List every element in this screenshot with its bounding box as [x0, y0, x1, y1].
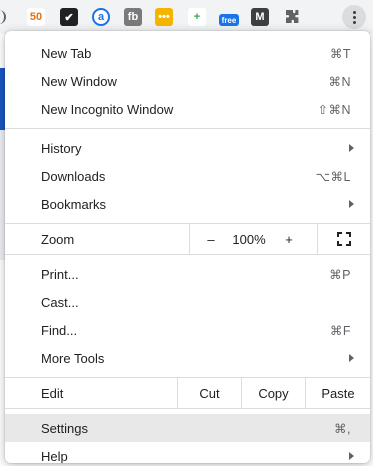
- menu-item-history[interactable]: History: [5, 134, 370, 162]
- zoom-out-label: –: [207, 231, 215, 247]
- menu-item-find[interactable]: Find... ⌘F: [5, 316, 370, 344]
- menu-item-new-incognito-window[interactable]: New Incognito Window ⇧⌘N: [5, 95, 370, 123]
- menu-item-help[interactable]: Help: [5, 442, 370, 463]
- extension-dots-icon[interactable]: •••: [155, 8, 173, 26]
- extension-plus-icon[interactable]: +: [188, 8, 206, 26]
- menu-item-label: Find...: [41, 322, 78, 338]
- menu-item-bookmarks[interactable]: Bookmarks: [5, 190, 370, 218]
- extension-check-icon[interactable]: ✔: [60, 8, 78, 26]
- cut-label: Cut: [199, 385, 220, 401]
- menu-separator: [5, 408, 370, 409]
- shortcut-label: ⇧⌘N: [317, 102, 351, 117]
- extensions-puzzle-icon[interactable]: [283, 8, 301, 26]
- kebab-dot-icon: [352, 20, 356, 24]
- copy-label: Copy: [258, 385, 289, 401]
- menu-item-downloads[interactable]: Downloads ⌥⌘L: [5, 162, 370, 190]
- chrome-menu-button[interactable]: [342, 5, 366, 29]
- extension-wifi-free-icon[interactable]: free: [219, 14, 239, 26]
- menu-item-label: Print...: [41, 266, 79, 282]
- extension-m-icon[interactable]: M: [251, 8, 269, 26]
- browser-toolbar: 50 ✔ a fb ••• + free M: [0, 0, 373, 34]
- menu-separator: [5, 254, 370, 255]
- kebab-dot-icon: [352, 15, 356, 19]
- menu-item-print[interactable]: Print... ⌘P: [5, 260, 370, 288]
- submenu-arrow-icon: [349, 452, 354, 460]
- zoom-out-button[interactable]: –: [191, 224, 231, 254]
- menu-item-label: Cast...: [41, 294, 79, 310]
- fullscreen-button[interactable]: [319, 224, 369, 254]
- menu-item-label: History: [41, 140, 82, 156]
- menu-item-new-window[interactable]: New Window ⌘N: [5, 67, 370, 95]
- menu-item-label: New Tab: [41, 45, 92, 61]
- kebab-dot-icon: [352, 10, 356, 14]
- zoom-divider: [189, 224, 190, 254]
- cut-button[interactable]: Cut: [178, 378, 241, 408]
- menu-item-label: Help: [41, 448, 68, 464]
- zoom-divider: [317, 224, 318, 254]
- shortcut-label: ⌘,: [334, 421, 351, 436]
- shortcut-label: ⌘P: [329, 267, 351, 282]
- zoom-in-button[interactable]: +: [269, 224, 309, 254]
- edit-label: Edit: [41, 385, 64, 401]
- extension-fb-icon[interactable]: fb: [124, 8, 142, 26]
- menu-item-label: New Incognito Window: [41, 101, 174, 117]
- menu-item-label: New Window: [41, 73, 117, 89]
- copy-button[interactable]: Copy: [242, 378, 305, 408]
- back-partial-icon[interactable]: [0, 10, 6, 24]
- menu-item-label: Bookmarks: [41, 196, 107, 212]
- menu-item-label: More Tools: [41, 350, 105, 366]
- zoom-level: 100%: [227, 224, 271, 254]
- menu-item-cast[interactable]: Cast...: [5, 288, 370, 316]
- extension-a-icon[interactable]: a: [92, 8, 110, 26]
- zoom-label: Zoom: [41, 231, 75, 247]
- paste-button[interactable]: Paste: [306, 378, 370, 408]
- menu-separator: [5, 128, 370, 129]
- submenu-arrow-icon: [349, 354, 354, 362]
- zoom-level-label: 100%: [232, 231, 266, 247]
- edit-row: Edit Cut Copy Paste: [5, 378, 370, 408]
- menu-item-label: Settings: [41, 420, 88, 436]
- chrome-main-menu: New Tab ⌘T New Window ⌘N New Incognito W…: [5, 31, 370, 463]
- shortcut-label: ⌥⌘L: [315, 169, 351, 184]
- menu-item-new-tab[interactable]: New Tab ⌘T: [5, 39, 370, 67]
- zoom-in-label: +: [285, 231, 293, 247]
- submenu-arrow-icon: [349, 144, 354, 152]
- zoom-row: Zoom – 100% +: [5, 224, 370, 254]
- menu-item-label: Downloads: [41, 168, 106, 184]
- menu-item-more-tools[interactable]: More Tools: [5, 344, 370, 372]
- shortcut-label: ⌘T: [329, 46, 351, 61]
- shortcut-label: ⌘N: [328, 74, 351, 89]
- paste-label: Paste: [321, 385, 355, 401]
- fullscreen-icon: [337, 232, 351, 246]
- submenu-arrow-icon: [349, 200, 354, 208]
- extension-50-icon[interactable]: 50: [27, 8, 45, 26]
- shortcut-label: ⌘F: [329, 323, 351, 338]
- menu-item-settings[interactable]: Settings ⌘,: [5, 414, 370, 442]
